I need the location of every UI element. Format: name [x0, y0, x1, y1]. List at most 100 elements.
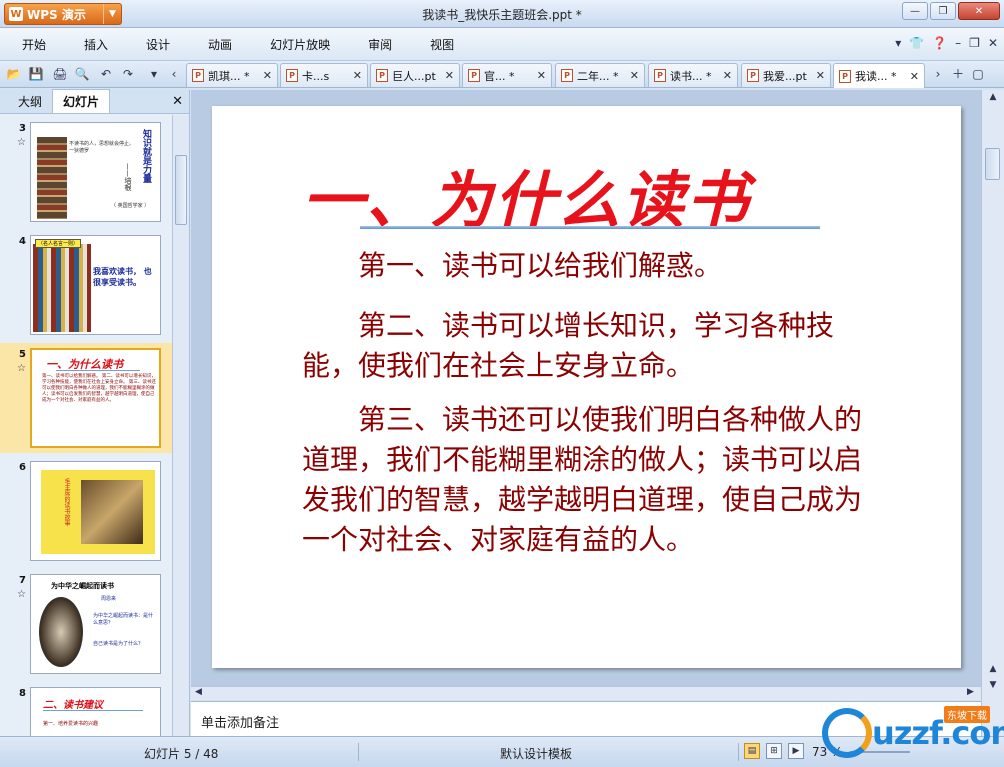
- prev-slide-icon[interactable]: ▲: [986, 664, 1000, 678]
- scrollbar-thumb[interactable]: [175, 155, 187, 225]
- menu-view[interactable]: 视图: [416, 36, 468, 53]
- slide-number: 8: [19, 688, 26, 699]
- menu-animation[interactable]: 动画: [194, 36, 246, 53]
- thumb-label: （名人名言一则）: [35, 239, 82, 248]
- animation-star-icon: ☆: [17, 137, 26, 148]
- title-underline: [360, 226, 820, 229]
- customize-toolbar-icon[interactable]: ▾: [146, 66, 162, 82]
- thumb-title: 二、读书建议: [43, 700, 103, 711]
- menu-insert[interactable]: 插入: [70, 36, 122, 53]
- restore-button[interactable]: ❐: [930, 2, 956, 20]
- tab-outline[interactable]: 大纲: [8, 90, 52, 113]
- scroll-left-icon[interactable]: ◀: [195, 687, 202, 697]
- ppt-file-icon: P: [192, 69, 204, 82]
- vertical-scrollbar[interactable]: ▲ ▲ ▼: [981, 90, 1004, 736]
- close-tab-icon[interactable]: ✕: [353, 69, 362, 82]
- thumb-bullet-2: 自己读书是为了什么？: [93, 641, 144, 647]
- body-paragraph-2: 第二、读书可以增长知识，学习各种技能，使我们在社会上安身立命。: [302, 309, 835, 382]
- minimize-doc-icon[interactable]: –: [955, 36, 961, 50]
- design-template-name[interactable]: 默认设计模板: [500, 745, 572, 762]
- skin-icon[interactable]: 👕: [909, 36, 924, 50]
- notes-placeholder[interactable]: 单击添加备注: [201, 712, 279, 731]
- thumbnail-slide-4[interactable]: 4 （名人名言一则） 我喜欢读书， 也很享受读书。: [0, 230, 172, 340]
- close-tab-icon[interactable]: ✕: [910, 70, 919, 83]
- scroll-right-icon[interactable]: ▶: [967, 687, 974, 697]
- thumb-author: ——培根: [124, 163, 132, 191]
- redo-icon[interactable]: ↷: [120, 66, 136, 82]
- close-tab-icon[interactable]: ✕: [445, 69, 454, 82]
- next-slide-icon[interactable]: ▼: [986, 680, 1000, 694]
- thumbnail-scrollbar[interactable]: [172, 115, 189, 736]
- thumb-text: 毛主席的读书故事: [63, 478, 70, 526]
- close-window-button[interactable]: ✕: [958, 2, 1000, 20]
- doc-tab-6[interactable]: P 读书... * ✕: [648, 63, 738, 87]
- tab-slides[interactable]: 幻灯片: [52, 89, 111, 113]
- divider: [738, 743, 739, 761]
- close-tab-icon[interactable]: ✕: [723, 69, 732, 82]
- thumbnail-slide-7[interactable]: 7 ☆ 为中华之崛起而读书 周恩来 为中华之崛起而读书：是什么意思？ 自己读书是…: [0, 569, 172, 679]
- undo-icon[interactable]: ↶: [98, 66, 114, 82]
- menu-slideshow[interactable]: 幻灯片放映: [256, 36, 344, 53]
- minimize-button[interactable]: —: [902, 2, 928, 20]
- close-tab-icon[interactable]: ✕: [630, 69, 639, 82]
- scroll-up-icon[interactable]: ▲: [986, 92, 1000, 106]
- slide-number: 4: [19, 236, 26, 247]
- close-tab-icon[interactable]: ✕: [263, 69, 272, 82]
- slide-body-textbox[interactable]: 第一、读书可以给我们解惑。 第二、读书可以增长知识，学习各种技能，使我们在社会上…: [302, 246, 870, 566]
- scroll-tabs-left-icon[interactable]: ‹: [166, 66, 182, 82]
- menu-design[interactable]: 设计: [132, 36, 184, 53]
- slides-panel: 大纲 幻灯片 ✕ 3 ☆ 不读书的人，思想就会停止。 一狄德罗 知识就是力量 —…: [0, 89, 190, 736]
- doc-tab-7[interactable]: P 我爱...pt ✕: [741, 63, 831, 87]
- thumb-extra: （ 英国哲学家 ）: [111, 203, 150, 209]
- thumbnail-list: 3 ☆ 不读书的人，思想就会停止。 一狄德罗 知识就是力量 ——培根 （ 英国哲…: [0, 115, 172, 736]
- slide-number: 5: [19, 349, 26, 360]
- watermark-tag: 东坡下载: [944, 706, 990, 723]
- doc-tab-5[interactable]: P 二年... * ✕: [555, 63, 645, 87]
- body-paragraph-1: 第一、读书可以给我们解惑。: [358, 249, 723, 282]
- normal-view-icon[interactable]: ▤: [744, 743, 760, 759]
- doc-tab-3[interactable]: P 巨人...pt ✕: [370, 63, 460, 87]
- books-image: [37, 137, 67, 219]
- menu-home[interactable]: 开始: [8, 36, 60, 53]
- open-icon[interactable]: 📂: [6, 66, 22, 82]
- close-tab-icon[interactable]: ✕: [537, 69, 546, 82]
- portrait-image: [39, 597, 83, 667]
- bookshelf-image: [33, 244, 91, 332]
- slide-number: 7: [19, 575, 26, 586]
- thumbnail-slide-5-selected[interactable]: 5 ☆ 一、为什么读书 第一、读书可以给我们解惑。 第二、读书可以增长知识，学习…: [0, 343, 172, 453]
- help-icon[interactable]: ❓: [932, 36, 947, 50]
- save-icon[interactable]: 💾: [28, 66, 44, 82]
- new-tab-icon[interactable]: ＋: [950, 66, 966, 82]
- close-panel-icon[interactable]: ✕: [172, 94, 183, 109]
- horizontal-scrollbar[interactable]: ◀ ▶: [191, 686, 981, 700]
- thumbnail-slide-8[interactable]: 8 二、读书建议 第一、培养爱读书的兴趣: [0, 682, 172, 736]
- thumb-caption: 不读书的人，思想就会停止。 一狄德罗: [69, 141, 135, 154]
- slideshow-view-icon[interactable]: ▶: [788, 743, 804, 759]
- slide-sorter-view-icon[interactable]: ⊞: [766, 743, 782, 759]
- print-icon[interactable]: 🖨: [52, 66, 68, 82]
- title-bar: W WPS 演示 ▼ 我读书_我快乐主题班会.ppt * — ❐ ✕: [0, 0, 1004, 28]
- ppt-file-icon: P: [747, 69, 759, 82]
- current-slide[interactable]: 一、为什么读书 第一、读书可以给我们解惑。 第二、读书可以增长知识，学习各种技能…: [212, 106, 961, 668]
- close-tab-icon[interactable]: ✕: [816, 69, 825, 82]
- tab-list-icon[interactable]: ▢: [970, 66, 986, 82]
- thumbnail-slide-6[interactable]: 6 毛主席的读书故事: [0, 456, 172, 566]
- print-preview-icon[interactable]: 🔍: [74, 66, 90, 82]
- scrollbar-thumb[interactable]: [985, 148, 1000, 180]
- thumbnail-slide-3[interactable]: 3 ☆ 不读书的人，思想就会停止。 一狄德罗 知识就是力量 ——培根 （ 英国哲…: [0, 117, 172, 227]
- site-watermark-logo: uzzf.com 东坡下载: [822, 702, 1004, 760]
- doc-tab-4[interactable]: P 官... * ✕: [462, 63, 552, 87]
- doc-tab-2[interactable]: P 卡...s ✕: [280, 63, 368, 87]
- restore-doc-icon[interactable]: ❐: [969, 36, 980, 50]
- slide-canvas: 一、为什么读书 第一、读书可以给我们解惑。 第二、读书可以增长知识，学习各种技能…: [191, 90, 981, 686]
- ppt-file-icon: P: [468, 69, 480, 82]
- collapse-ribbon-icon[interactable]: ▾: [895, 36, 901, 50]
- ppt-file-icon: P: [839, 69, 851, 83]
- close-doc-icon[interactable]: ✕: [988, 36, 998, 50]
- menu-review[interactable]: 审阅: [354, 36, 406, 53]
- doc-tab-1[interactable]: P 凯琪... * ✕: [186, 63, 278, 87]
- slide-number: 6: [19, 462, 26, 473]
- ppt-file-icon: P: [376, 69, 388, 82]
- scroll-tabs-right-icon[interactable]: ›: [930, 66, 946, 82]
- doc-tab-8-active[interactable]: P 我读... * ✕: [833, 63, 925, 88]
